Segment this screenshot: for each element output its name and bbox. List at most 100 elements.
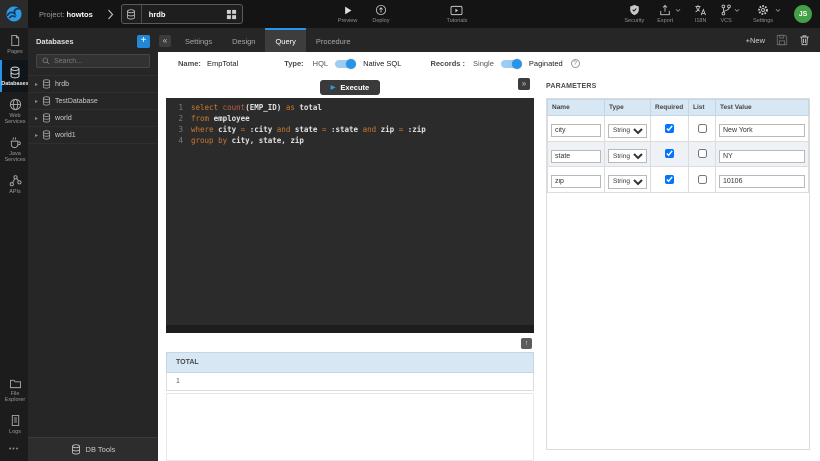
sql-editor[interactable]: 1 select count(EMP_ID) as total 2 from e… xyxy=(166,98,534,333)
expand-caret-icon[interactable]: ▸ xyxy=(35,115,38,122)
collapse-results-button[interactable]: ↑ xyxy=(521,338,532,349)
save-icon[interactable] xyxy=(776,34,788,46)
more-options-icon[interactable]: ••• xyxy=(0,440,28,461)
gear-icon xyxy=(757,4,769,16)
parameters-header-row: Name Type Required List Test Value xyxy=(548,100,809,116)
databases-panel-title: Databases xyxy=(36,37,137,46)
play-icon xyxy=(342,5,353,16)
database-tree-item[interactable]: ▸ hrdb xyxy=(28,76,158,93)
param-type-select[interactable]: String xyxy=(608,175,647,189)
new-query-button[interactable]: +New xyxy=(746,36,765,45)
records-option-single[interactable]: Single xyxy=(473,59,494,68)
sidebar-item-label: File Explorer xyxy=(2,391,28,403)
code-text: group by city, state, zip xyxy=(191,135,304,146)
deploy-button[interactable]: Deploy xyxy=(372,4,389,24)
help-icon[interactable]: ? xyxy=(571,59,580,68)
param-name-input[interactable] xyxy=(551,124,601,137)
type-option-native-sql[interactable]: Native SQL xyxy=(363,59,401,68)
export-icon xyxy=(659,4,671,16)
param-test-value-input[interactable] xyxy=(719,124,805,137)
param-list-checkbox[interactable] xyxy=(698,124,707,133)
sidebar-item-apis[interactable]: APIs xyxy=(0,168,28,200)
database-name: world1 xyxy=(55,132,76,139)
chevron-down-icon xyxy=(675,8,681,13)
database-icon xyxy=(122,5,142,23)
app-window: Project: howtos hrdb Preview Deploy Tuto… xyxy=(0,0,820,461)
preview-button[interactable]: Preview xyxy=(338,5,358,24)
param-type-select[interactable]: String xyxy=(608,124,647,138)
database-icon xyxy=(42,130,51,140)
expand-caret-icon[interactable]: ▸ xyxy=(35,132,38,139)
tab-design[interactable]: Design xyxy=(222,28,265,52)
sidebar-item-pages[interactable]: Pages xyxy=(0,28,28,60)
param-name-input[interactable] xyxy=(551,175,601,188)
param-list-checkbox[interactable] xyxy=(698,175,707,184)
query-name-value[interactable]: EmpTotal xyxy=(207,59,238,68)
settings-button[interactable]: Settings xyxy=(753,4,781,24)
database-tree-item[interactable]: ▸ world1 xyxy=(28,127,158,144)
tab-settings[interactable]: Settings xyxy=(175,28,222,52)
delete-icon[interactable] xyxy=(799,34,810,46)
app-grid-icon[interactable] xyxy=(226,9,242,20)
topbar-right-actions: Security Export I18N VCS xyxy=(624,4,820,24)
pages-icon xyxy=(9,34,21,47)
sidebar-item-logs[interactable]: Logs xyxy=(0,408,28,440)
query-config-row: Name: EmpTotal Type: HQL Native SQL Reco… xyxy=(178,59,580,68)
add-database-button[interactable]: + xyxy=(137,35,150,48)
records-toggle[interactable] xyxy=(501,60,521,68)
parameters-table: Name Type Required List Test Value Strin… xyxy=(547,99,809,193)
param-name-input[interactable] xyxy=(551,150,601,163)
code-line: 4 group by city, state, zip xyxy=(171,135,534,146)
sidebar-item-label: Databases xyxy=(1,81,29,87)
i18n-button[interactable]: I18N xyxy=(694,4,707,24)
tutorials-button[interactable]: Tutorials xyxy=(446,5,467,24)
sidebar-item-databases[interactable]: Databases xyxy=(0,60,28,92)
vcs-button[interactable]: VCS xyxy=(720,4,740,24)
globe-icon xyxy=(9,98,22,111)
databases-panel-header: Databases + xyxy=(28,28,158,54)
execute-label: Execute xyxy=(340,83,369,92)
sidebar-item-file-explorer[interactable]: File Explorer xyxy=(0,372,28,408)
database-search[interactable] xyxy=(36,54,150,68)
param-required-checkbox[interactable] xyxy=(665,124,674,133)
tab-query[interactable]: Query xyxy=(265,28,305,52)
tab-procedure[interactable]: Procedure xyxy=(306,28,361,52)
execute-button[interactable]: ▶ Execute xyxy=(320,80,380,95)
sidebar-item-label: Logs xyxy=(9,429,21,435)
sidebar-item-java-services[interactable]: Java Services xyxy=(0,130,28,168)
top-bar: Project: howtos hrdb Preview Deploy Tuto… xyxy=(0,0,820,28)
expand-caret-icon[interactable]: ▸ xyxy=(35,98,38,105)
type-toggle[interactable] xyxy=(335,60,355,68)
database-tree-item[interactable]: ▸ world xyxy=(28,110,158,127)
line-number: 2 xyxy=(171,113,183,124)
export-button[interactable]: Export xyxy=(657,4,681,24)
expand-caret-icon[interactable]: ▸ xyxy=(35,81,38,88)
records-option-paginated[interactable]: Paginated xyxy=(529,59,563,68)
type-label: Type: xyxy=(284,59,303,68)
preview-label: Preview xyxy=(338,18,358,24)
code-line: 3 where city = :city and state = :state … xyxy=(171,124,534,135)
col-required: Required xyxy=(651,100,689,116)
wavemaker-logo[interactable] xyxy=(0,0,28,28)
line-number: 4 xyxy=(171,135,183,146)
query-content: Name: EmpTotal Type: HQL Native SQL Reco… xyxy=(158,52,820,461)
param-test-value-input[interactable] xyxy=(719,175,805,188)
param-list-checkbox[interactable] xyxy=(698,149,707,158)
db-tools-button[interactable]: DB Tools xyxy=(28,437,158,461)
security-button[interactable]: Security xyxy=(624,4,644,24)
database-selector[interactable]: hrdb xyxy=(121,4,243,24)
param-test-value-input[interactable] xyxy=(719,150,805,163)
database-search-input[interactable] xyxy=(54,58,144,65)
type-option-hql[interactable]: HQL xyxy=(313,59,328,68)
expand-parameters-button[interactable]: » xyxy=(518,78,530,90)
collapse-panel-button[interactable]: « xyxy=(159,35,171,47)
user-avatar[interactable]: JS xyxy=(794,5,812,23)
param-required-checkbox[interactable] xyxy=(665,149,674,158)
database-tree-item[interactable]: ▸ TestDatabase xyxy=(28,93,158,110)
param-required-checkbox[interactable] xyxy=(665,175,674,184)
parameter-row: String xyxy=(548,141,809,167)
database-list: ▸ hrdb ▸ TestDatabase ▸ world ▸ world1 xyxy=(28,75,158,144)
parameter-row: String xyxy=(548,116,809,142)
sidebar-item-web-services[interactable]: Web Services xyxy=(0,92,28,130)
param-type-select[interactable]: String xyxy=(608,149,647,163)
